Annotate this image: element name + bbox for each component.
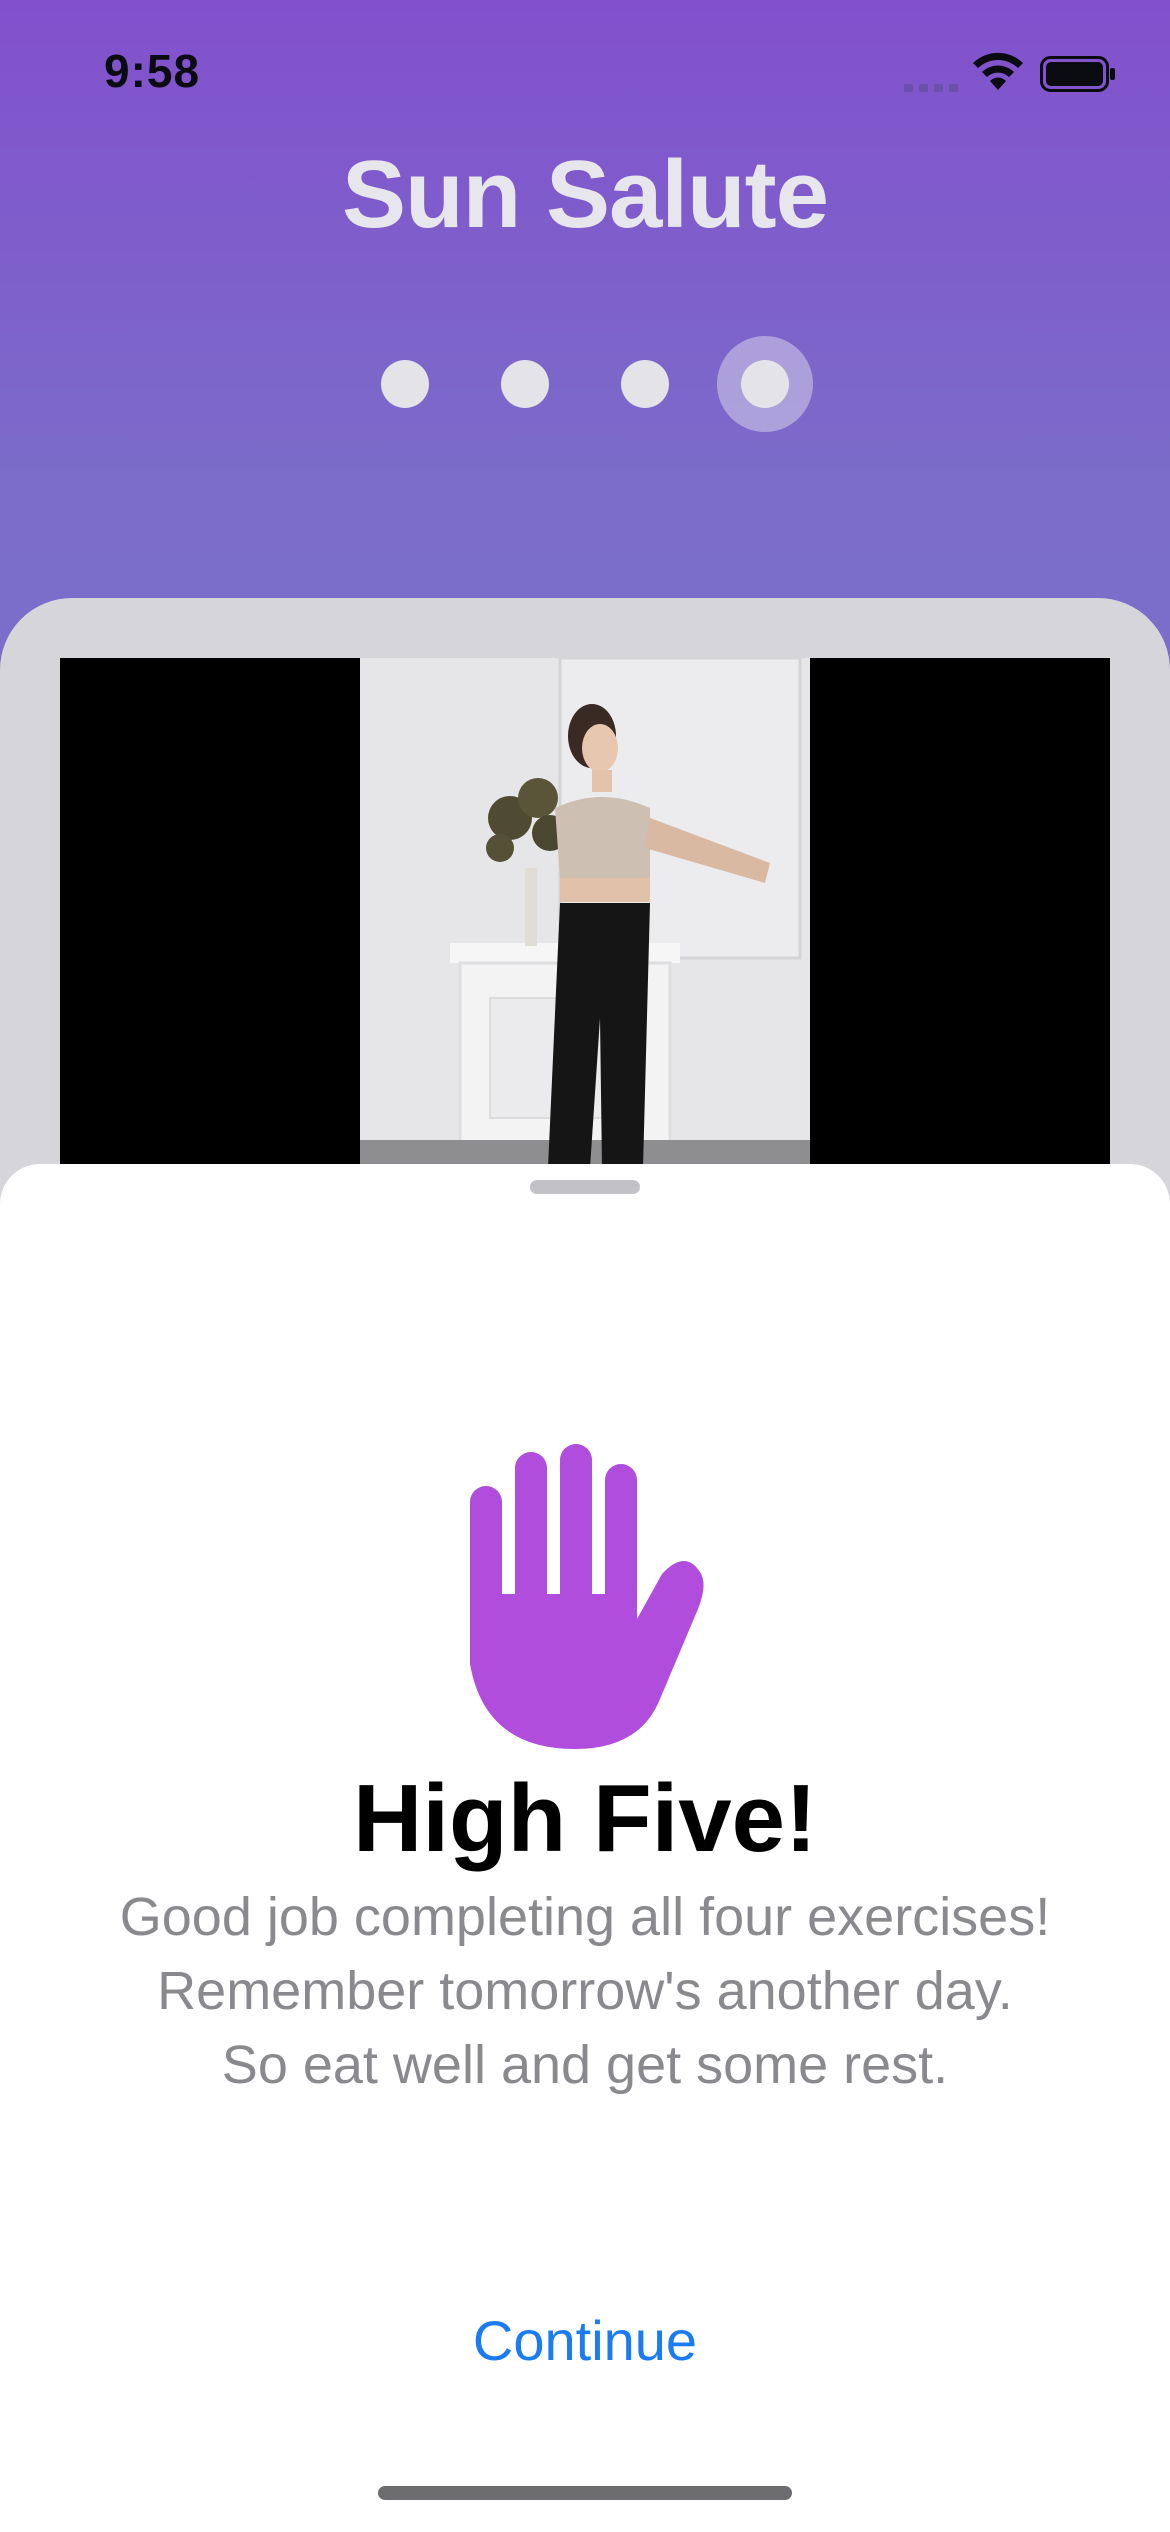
completion-message: Good job completing all four exercises! … bbox=[60, 1880, 1110, 2102]
page-dot-1[interactable] bbox=[381, 360, 429, 408]
page-dot-4-active[interactable] bbox=[741, 360, 789, 408]
page-dot-2[interactable] bbox=[501, 360, 549, 408]
wifi-icon bbox=[973, 52, 1023, 90]
completion-headline: High Five! bbox=[352, 1765, 817, 1872]
page-title: Sun Salute bbox=[341, 141, 829, 248]
status-time: 9:58 bbox=[104, 45, 201, 97]
cellular-signal-icon bbox=[904, 72, 958, 92]
sheet-grabber[interactable] bbox=[530, 1180, 640, 1194]
video-still-illustration bbox=[360, 658, 810, 1168]
home-indicator[interactable] bbox=[378, 2486, 792, 2500]
status-bar: 9:58 bbox=[0, 0, 1170, 140]
message-line-3: So eat well and get some rest. bbox=[221, 2035, 949, 2095]
video-frame bbox=[360, 658, 810, 1168]
page-dot-3[interactable] bbox=[621, 360, 669, 408]
page-indicator bbox=[0, 336, 1170, 436]
battery-icon bbox=[1040, 56, 1115, 92]
raised-hand-icon bbox=[470, 1444, 704, 1749]
continue-button[interactable]: Continue bbox=[0, 2308, 1170, 2373]
exercise-video[interactable] bbox=[60, 658, 1110, 1168]
message-line-2: Remember tomorrow's another day. bbox=[157, 1961, 1013, 2021]
message-line-1: Good job completing all four exercises! bbox=[119, 1887, 1051, 1947]
